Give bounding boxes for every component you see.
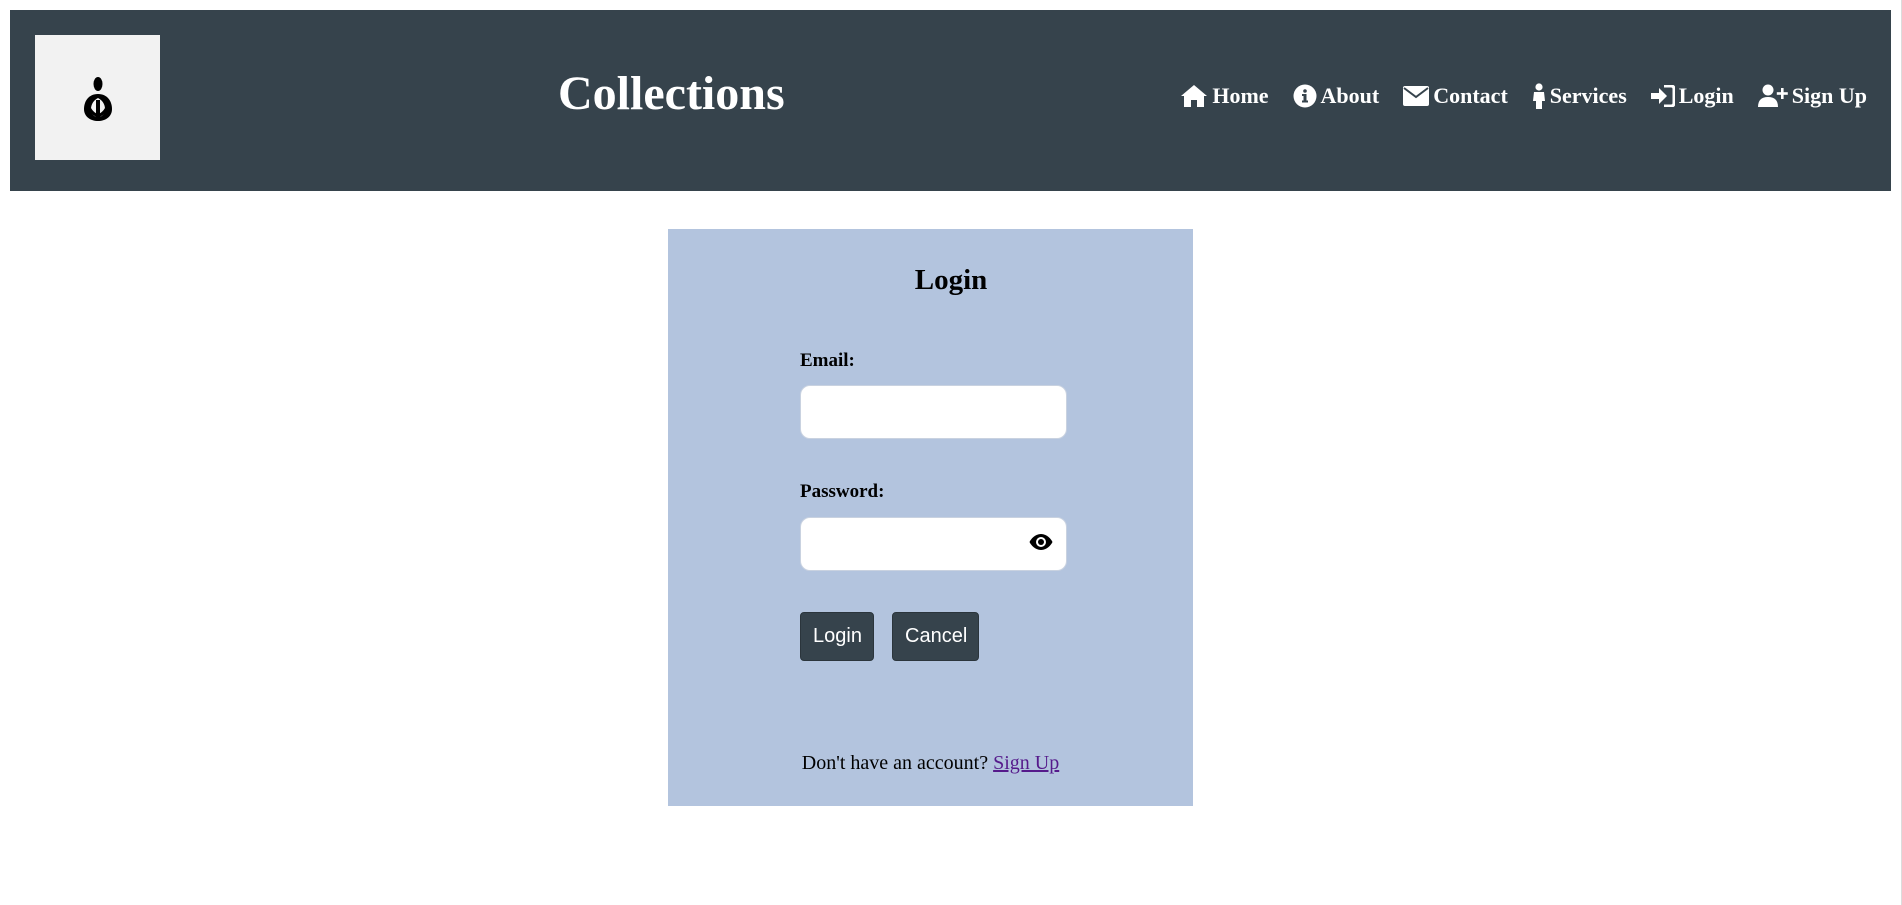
site-header: Collections Home About Contact Services … [10, 10, 1891, 191]
home-icon [1181, 85, 1208, 107]
signup-link[interactable]: Sign Up [993, 752, 1059, 774]
nav-signup-label: Sign Up [1791, 83, 1867, 108]
nav-login-label: Login [1678, 83, 1734, 108]
nav-contact[interactable]: Contact [1403, 83, 1508, 109]
info-icon [1293, 84, 1317, 108]
signup-prompt-text: Don't have an account? [801, 752, 989, 774]
email-label: Email: [800, 350, 855, 371]
password-field[interactable] [800, 517, 1067, 571]
nav-about[interactable]: About [1293, 83, 1380, 109]
signup-prompt-line: Don't have an account? Sign Up [668, 752, 1193, 775]
main-nav: Home About Contact Services Login Sign U… [1180, 83, 1867, 109]
nav-login[interactable]: Login [1650, 83, 1734, 109]
site-title: Collections [558, 67, 785, 120]
nav-services-label: Services [1549, 83, 1627, 108]
nav-home[interactable]: Home [1180, 83, 1269, 109]
eye-icon [1029, 534, 1053, 550]
sign-in-icon [1650, 85, 1675, 107]
password-visibility-toggle[interactable] [1028, 531, 1054, 553]
user-plus-icon [1757, 84, 1788, 107]
login-title: Login [914, 264, 988, 296]
nav-home-label: Home [1212, 83, 1269, 108]
email-field[interactable] [800, 385, 1067, 439]
cancel-button[interactable]: Cancel [892, 612, 979, 661]
nav-about-label: About [1320, 83, 1380, 108]
nav-contact-label: Contact [1433, 83, 1508, 108]
person-icon [1532, 83, 1545, 109]
login-button[interactable]: Login [800, 612, 874, 661]
password-label: Password: [800, 481, 885, 502]
logo[interactable] [35, 35, 160, 160]
tulip-logo-icon [83, 76, 112, 121]
nav-services[interactable]: Services [1532, 83, 1627, 109]
envelope-icon [1403, 86, 1430, 106]
nav-signup[interactable]: Sign Up [1757, 83, 1867, 109]
